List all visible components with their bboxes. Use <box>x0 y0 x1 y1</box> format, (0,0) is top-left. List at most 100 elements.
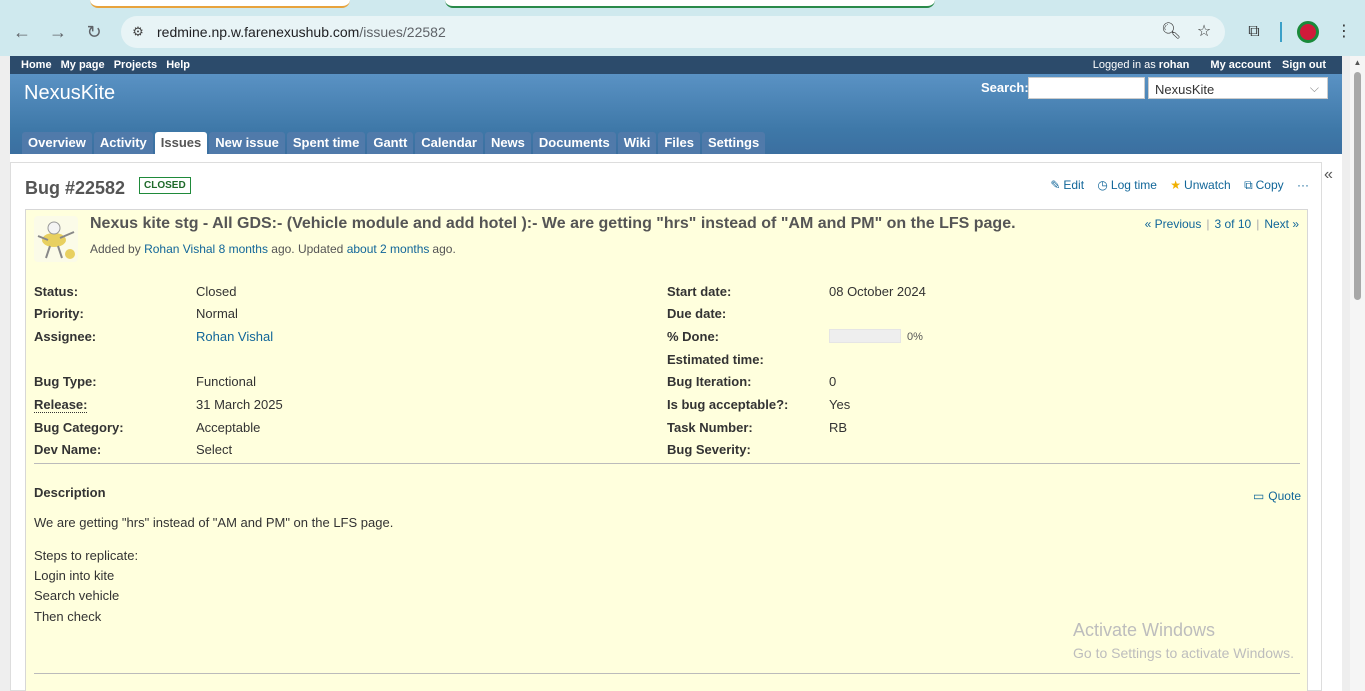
status-badge: CLOSED <box>139 177 191 194</box>
attr-label: Task Number: <box>667 420 753 435</box>
url-host: redmine.np.w.farenexushub.com <box>157 24 360 40</box>
previous-link[interactable]: « Previous <box>1145 217 1202 231</box>
copy-button[interactable]: ⧉ Copy <box>1244 178 1284 192</box>
updated-date-link[interactable]: about 2 months <box>347 242 430 256</box>
description-heading: Description <box>34 485 106 500</box>
more-actions-button[interactable]: ··· <box>1297 178 1309 192</box>
zoom-icon[interactable]: 🔍︎ <box>1161 22 1181 42</box>
attr-bug-iteration-value: 0 <box>829 374 837 389</box>
attr-start-date-value: 08 October 2024 <box>829 284 926 299</box>
pencil-icon: ✎ <box>1050 178 1061 192</box>
search-label: Search: <box>981 80 1029 95</box>
attr-label: Bug Type: <box>34 374 97 389</box>
browser-chrome: ← → ↻ ⚙ redmine.np.w.farenexushub.com/is… <box>0 0 1365 56</box>
profile-avatar-icon[interactable] <box>1297 21 1319 43</box>
tab-issues[interactable]: Issues <box>154 132 208 154</box>
position-link[interactable]: 3 of 10 <box>1214 217 1251 231</box>
description-line: We are getting "hrs" instead of "AM and … <box>34 515 394 530</box>
edit-button[interactable]: ✎ Edit <box>1050 178 1084 192</box>
toolbar-separator <box>1280 22 1282 42</box>
attr-release-value: 31 March 2025 <box>196 397 283 412</box>
attr-task-number: Task Number: <box>667 420 753 435</box>
project-title: NexusKite <box>24 82 116 104</box>
browser-tab[interactable] <box>445 0 935 8</box>
attr-label: Release: <box>34 397 88 413</box>
address-bar[interactable]: ⚙ redmine.np.w.farenexushub.com/issues/2… <box>121 16 1225 48</box>
added-date-link[interactable]: 8 months <box>219 242 268 256</box>
tab-gantt[interactable]: Gantt <box>367 132 414 154</box>
done-progress-bar <box>829 329 901 343</box>
attr-label: Priority: <box>34 306 84 321</box>
activation-watermark-title: Activate Windows <box>1073 620 1216 640</box>
nav-separator: | <box>1206 217 1210 231</box>
description-line: Steps to replicate: <box>34 548 139 563</box>
bookmark-star-icon[interactable]: ☆ <box>1194 22 1214 42</box>
activation-watermark-text: Go to Settings to activate Windows. <box>1073 645 1294 661</box>
divider <box>34 673 1300 674</box>
attr-done-ratio: % Done: <box>667 329 719 344</box>
my-account-link[interactable]: My account <box>1210 59 1271 71</box>
issue-navigation: « Previous | 3 of 10 | Next » <box>1145 217 1299 231</box>
top-menu-my-page[interactable]: My page <box>61 59 105 71</box>
tab-spent-time[interactable]: Spent time <box>286 132 366 154</box>
attr-label: Is bug acceptable?: <box>667 397 789 412</box>
attr-release: Release: <box>34 397 88 413</box>
back-icon[interactable]: ← <box>10 20 34 44</box>
tab-overview[interactable]: Overview <box>22 132 92 154</box>
extensions-icon[interactable]: ⧉ <box>1242 20 1266 44</box>
tab-activity[interactable]: Activity <box>93 132 153 154</box>
browser-tab[interactable] <box>90 0 350 8</box>
content-area: Bug #22582 CLOSED ✎ Edit ◷ Log time ★ Unwat… <box>10 162 1322 691</box>
tab-settings[interactable]: Settings <box>701 132 766 154</box>
attr-label: % Done: <box>667 329 719 344</box>
assignee-link[interactable]: Rohan Vishal <box>196 329 273 344</box>
ago-label: ago. <box>432 242 456 256</box>
top-menu-home[interactable]: Home <box>21 59 52 71</box>
copy-icon: ⧉ <box>1244 178 1253 192</box>
author-link[interactable]: Rohan Vishal <box>144 242 215 256</box>
gravatar-icon <box>37 221 75 259</box>
reload-icon[interactable]: ↻ <box>82 20 106 44</box>
quote-icon: ▭ <box>1252 489 1265 503</box>
tab-wiki[interactable]: Wiki <box>617 132 657 154</box>
attr-bug-type: Bug Type: <box>34 374 97 389</box>
top-menu-projects[interactable]: Projects <box>114 59 157 71</box>
quote-button[interactable]: ▭ Quote <box>1253 489 1301 503</box>
nav-separator: | <box>1256 217 1260 231</box>
site-info-icon[interactable]: ⚙ <box>129 23 147 41</box>
tab-documents[interactable]: Documents <box>532 132 616 154</box>
tab-calendar[interactable]: Calendar <box>415 132 483 154</box>
sidebar-collapse-icon[interactable]: « <box>1324 166 1333 184</box>
attr-label: Start date: <box>667 284 732 299</box>
attr-label: Estimated time: <box>667 352 764 367</box>
search-input[interactable] <box>1028 77 1145 99</box>
attr-label: Due date: <box>667 306 727 321</box>
log-time-button[interactable]: ◷ Log time <box>1097 178 1157 192</box>
attr-label: Status: <box>34 284 79 299</box>
sign-out-link[interactable]: Sign out <box>1282 59 1326 71</box>
tab-new-issue[interactable]: New issue <box>209 132 285 154</box>
tab-news[interactable]: News <box>484 132 531 154</box>
attr-label: Bug Iteration: <box>667 374 752 389</box>
unwatch-label: Unwatch <box>1184 178 1231 192</box>
attr-priority: Priority: <box>34 306 84 321</box>
logged-in-user[interactable]: rohan <box>1159 59 1190 71</box>
clock-icon: ◷ <box>1097 178 1108 192</box>
browser-menu-icon[interactable]: ⋮ <box>1332 20 1356 44</box>
forward-icon[interactable]: → <box>46 20 70 44</box>
top-menu-help[interactable]: Help <box>166 59 190 71</box>
project-jump-select[interactable]: NexusKite ⌵ <box>1148 77 1328 99</box>
attr-bug-iteration: Bug Iteration: <box>667 374 752 389</box>
attr-bug-category: Bug Category: <box>34 420 124 435</box>
url-text[interactable]: redmine.np.w.farenexushub.com/issues/225… <box>157 24 446 40</box>
unwatch-button[interactable]: ★ Unwatch <box>1170 178 1230 192</box>
attr-priority-value: Normal <box>196 306 238 321</box>
attr-bug-type-value: Functional <box>196 374 256 389</box>
logged-in-as: Logged in as rohan <box>1093 59 1190 71</box>
next-link[interactable]: Next » <box>1264 217 1299 231</box>
scroll-up-icon[interactable]: ▲ <box>1351 58 1364 68</box>
scrollbar-thumb[interactable] <box>1354 72 1361 300</box>
main-menu: Overview Activity Issues New issue Spent tim… <box>22 132 767 154</box>
tab-files[interactable]: Files <box>658 132 700 154</box>
attr-task-number-value: RB <box>829 420 848 435</box>
